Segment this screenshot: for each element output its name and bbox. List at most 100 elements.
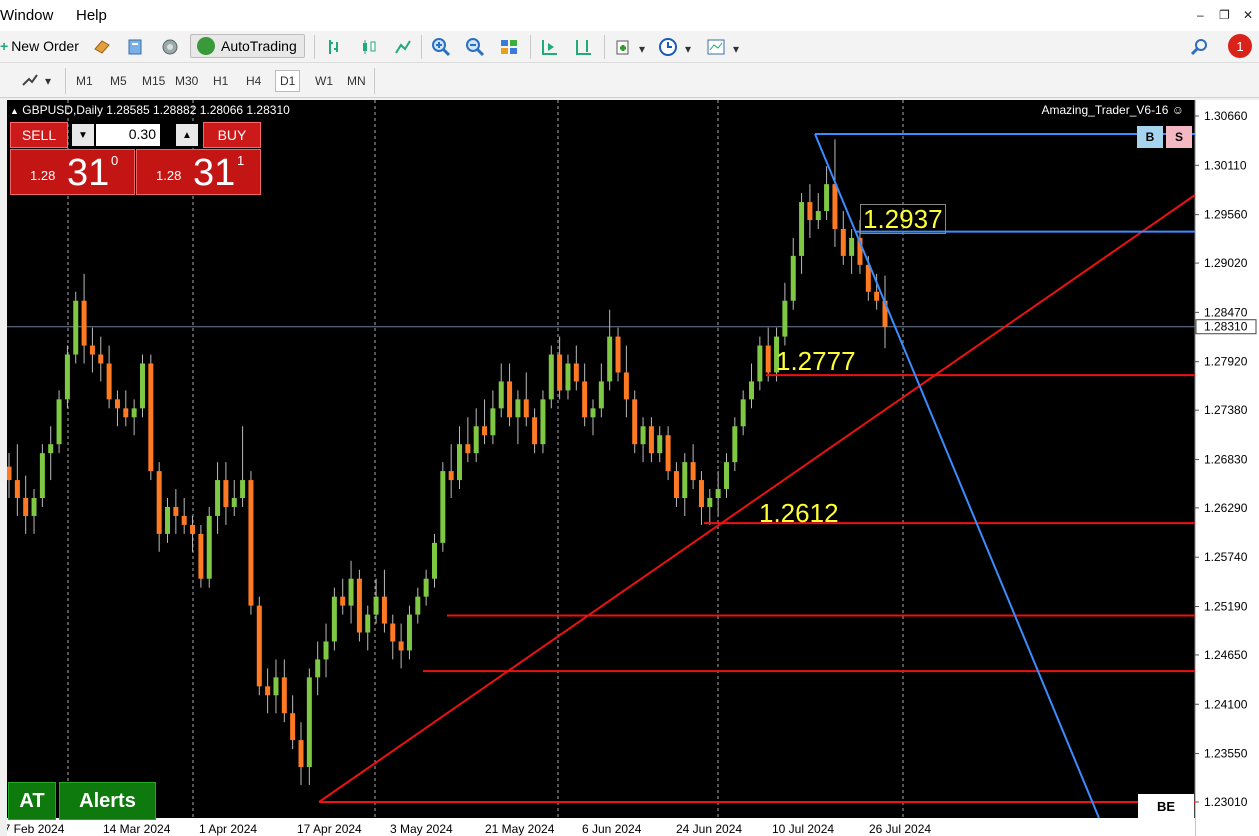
line-chart-icon[interactable] (393, 37, 413, 57)
new-order-icon: + (0, 38, 9, 54)
candle-body (215, 480, 221, 516)
candle-body (256, 605, 262, 687)
alerts-button[interactable]: Alerts (59, 782, 156, 820)
close-icon[interactable]: ✕ (1243, 8, 1253, 22)
price-tick-label: 1.23550 (1204, 747, 1248, 761)
b-button[interactable]: B (1137, 126, 1163, 148)
timeframe-d1[interactable]: D1 (275, 70, 301, 92)
candle-body (89, 345, 95, 355)
candle-body (381, 596, 387, 624)
timeframe-h1[interactable]: H1 (210, 72, 231, 90)
sell-price-box[interactable]: 1.28 31 0 (10, 149, 135, 195)
candle-body (323, 641, 329, 660)
current-price-text: 1.28310 (1204, 320, 1248, 334)
bar-chart-icon[interactable] (325, 37, 345, 57)
candle-body (148, 363, 154, 472)
candle-body (440, 471, 446, 543)
chart-shift-icon[interactable] (574, 37, 594, 57)
toolbar-separator (314, 35, 315, 59)
timeframe-m15[interactable]: M15 (139, 72, 168, 90)
candle-body (782, 300, 788, 337)
minimize-icon[interactable]: – (1197, 8, 1204, 22)
candle-body (715, 489, 721, 499)
sell-price-main: 31 (67, 152, 110, 194)
candle-body (799, 202, 805, 256)
timeframe-w1[interactable]: W1 (312, 72, 336, 90)
menu-window[interactable]: Window (0, 7, 53, 24)
lot-decrease-button[interactable]: ▼ (72, 124, 94, 146)
candle-body (123, 408, 129, 418)
candle-body (190, 524, 196, 534)
candle-body (565, 363, 571, 391)
sell-button[interactable]: SELL (10, 122, 68, 148)
autotrading-label: AutoTrading (221, 38, 297, 54)
candle-body (749, 381, 755, 400)
zoom-in-icon[interactable] (431, 37, 451, 57)
restore-icon[interactable]: ❐ (1219, 8, 1230, 22)
line-studies-dropdown-icon[interactable]: ▾ (42, 72, 54, 90)
candle-body (807, 202, 813, 221)
price-chart[interactable]: 1.30660 1.30110 1.29560 1.29020 1.28470 1.279… (7, 100, 1259, 836)
autotrading-button[interactable]: AutoTrading (190, 34, 305, 58)
new-order-button[interactable]: + New Order (0, 34, 79, 58)
at-button[interactable]: AT (8, 782, 56, 820)
search-icon[interactable] (1189, 37, 1209, 57)
candle-body (573, 363, 579, 382)
indicators-icon[interactable] (614, 37, 634, 57)
timeframe-h4[interactable]: H4 (243, 72, 264, 90)
buy-price-box[interactable]: 1.28 31 1 (136, 149, 261, 195)
timeframe-m30[interactable]: M30 (172, 72, 201, 90)
candle-body (840, 228, 846, 256)
candle-body (482, 426, 488, 436)
candle-body (306, 677, 312, 768)
price-tick-label: 1.26290 (1204, 501, 1248, 515)
timeframe-m5[interactable]: M5 (107, 72, 130, 90)
navigator-icon[interactable] (160, 37, 180, 57)
periodicity-dropdown-icon[interactable]: ▾ (682, 40, 694, 58)
support-level-label-2: 1.2612 (759, 498, 839, 528)
candle-body (198, 533, 204, 579)
candle-body (39, 453, 45, 499)
candle-body (7, 466, 12, 481)
notifications-badge[interactable]: 1 (1228, 34, 1252, 58)
zoom-out-icon[interactable] (465, 37, 485, 57)
buy-button[interactable]: BUY (203, 122, 261, 148)
candle-body (265, 686, 271, 696)
market-watch-icon[interactable] (92, 37, 112, 57)
indicator-label: Amazing_Trader_V6-16 ☺ (1041, 103, 1184, 117)
templates-dropdown-icon[interactable]: ▾ (730, 40, 742, 58)
candle-body (139, 363, 145, 409)
line-studies-icon[interactable] (20, 70, 40, 90)
chart-canvas[interactable]: 1.30660 1.30110 1.29560 1.29020 1.28470 1.279… (7, 100, 1259, 836)
periodicity-icon[interactable] (658, 37, 678, 57)
candle-body (64, 354, 70, 400)
timeframe-mn[interactable]: MN (344, 72, 369, 90)
auto-scroll-icon[interactable] (540, 37, 560, 57)
candle-body (473, 426, 479, 454)
autotrading-icon (197, 37, 215, 55)
buy-price-prefix: 1.28 (156, 168, 182, 183)
lot-size-input[interactable]: 0.30 (96, 124, 160, 146)
candle-body (248, 480, 254, 606)
candle-body (723, 462, 729, 490)
lot-increase-button[interactable]: ▲ (176, 124, 198, 146)
candle-body (665, 435, 671, 472)
data-window-icon[interactable] (126, 37, 146, 57)
indicators-dropdown-icon[interactable]: ▾ (636, 40, 648, 58)
price-tick-label: 1.29560 (1204, 208, 1248, 222)
main-toolbar: + New Order AutoTrading ▾ ▾ ▾ 1 (0, 31, 1259, 63)
candle-body (707, 498, 713, 507)
candlestick-icon[interactable] (359, 37, 379, 57)
time-tick-label: 6 Jun 2024 (582, 822, 642, 836)
menu-help[interactable]: Help (76, 7, 107, 24)
tile-windows-icon[interactable] (499, 37, 519, 57)
templates-icon[interactable] (706, 37, 726, 57)
candle-body (648, 426, 654, 454)
toolbar-separator (65, 68, 66, 94)
price-tick-label: 1.23010 (1204, 795, 1248, 809)
timeframe-m1[interactable]: M1 (73, 72, 96, 90)
candle-body (273, 677, 279, 696)
s-button[interactable]: S (1166, 126, 1192, 148)
be-button[interactable]: BE (1138, 794, 1194, 818)
collapse-icon[interactable]: ▲ (10, 106, 19, 116)
